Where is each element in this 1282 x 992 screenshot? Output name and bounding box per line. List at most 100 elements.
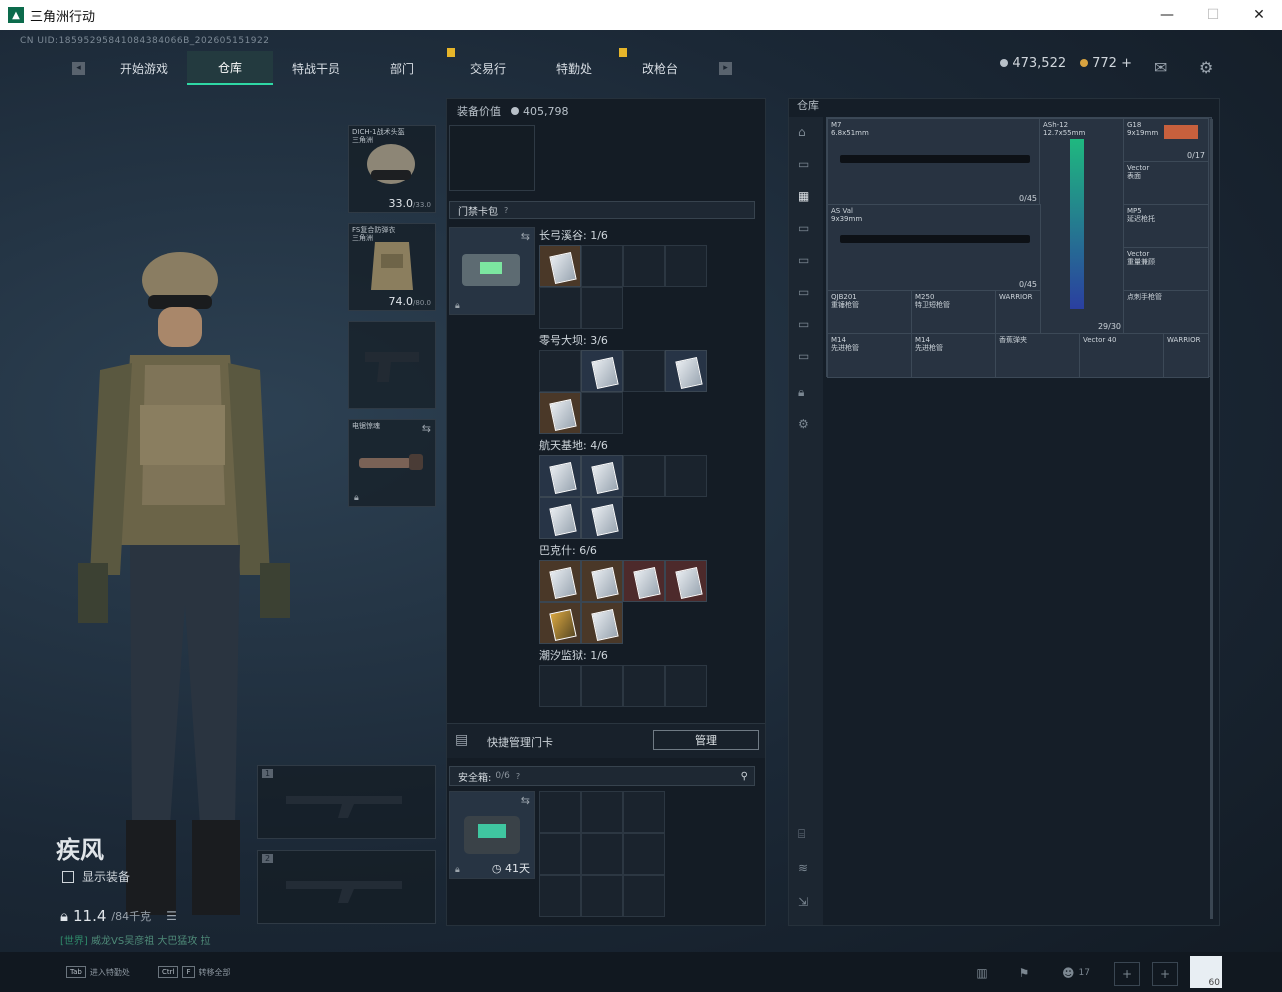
keycard-item[interactable]	[539, 392, 581, 434]
add-teammate-button[interactable]: +	[1114, 962, 1140, 986]
show-equipment-checkbox[interactable]	[62, 870, 74, 883]
add-gold-icon[interactable]: +	[1121, 56, 1132, 71]
keycard-item[interactable]	[581, 350, 623, 392]
primary-weapon-slot-1[interactable]: 1	[257, 765, 436, 839]
player-avatar[interactable]: 60	[1190, 956, 1222, 988]
keycard-item[interactable]	[539, 602, 581, 644]
empty-slot[interactable]	[539, 665, 581, 707]
empty-slot[interactable]	[581, 245, 623, 287]
empty-slot[interactable]	[581, 875, 623, 917]
category-icon[interactable]: ▭	[798, 317, 814, 331]
tidy-icon[interactable]: ⇲	[798, 895, 814, 909]
category-icon[interactable]: ▭	[798, 157, 814, 171]
helmet-slot[interactable]: DICH-1战术头盔 三角洲 33.0/33.0	[348, 125, 436, 213]
tab-operators[interactable]: 特战干员	[273, 52, 359, 84]
weapon-item[interactable]: WARRIOR	[1163, 333, 1209, 378]
primary-weapon-slot-2[interactable]: 2	[257, 850, 436, 924]
category-icon[interactable]: ▭	[798, 253, 814, 267]
tab-gunsmith[interactable]: 改枪台	[617, 52, 703, 84]
settings-gear-icon[interactable]: ⚙	[1199, 58, 1213, 77]
weapon-item[interactable]: Vector 40	[1079, 333, 1165, 378]
empty-slot[interactable]	[665, 455, 707, 497]
empty-slot[interactable]	[539, 287, 581, 329]
keycard-item[interactable]	[539, 560, 581, 602]
next-tab-key-icon[interactable]: ▸	[719, 61, 732, 75]
weapon-item[interactable]: M7 6.8x51mm 0/45	[827, 118, 1041, 206]
empty-slot[interactable]	[665, 665, 707, 707]
keycard-item[interactable]	[581, 560, 623, 602]
empty-slot[interactable]	[623, 665, 665, 707]
weapons-category-icon[interactable]: ▦	[798, 189, 814, 203]
weapon-item[interactable]: M14 先进枪管	[827, 333, 913, 378]
keycard-item[interactable]	[581, 455, 623, 497]
prev-tab-key-icon[interactable]: ◂	[72, 61, 85, 75]
empty-slot[interactable]	[581, 791, 623, 833]
swap-icon[interactable]: ⇆	[521, 230, 530, 243]
pistol-slot[interactable]	[348, 321, 436, 409]
empty-slot[interactable]	[581, 287, 623, 329]
list-icon[interactable]: ☰	[166, 909, 177, 923]
chat-preview[interactable]: [世界] 威龙VS吴彦祖 大巴猛攻 拉	[60, 932, 211, 947]
keycard-item[interactable]	[539, 497, 581, 539]
keycard-item[interactable]	[539, 245, 581, 287]
weapon-item[interactable]: 香蕉弹夹	[995, 333, 1081, 378]
empty-slot[interactable]	[623, 833, 665, 875]
tab-trading[interactable]: 交易行	[445, 52, 531, 84]
swap-icon[interactable]: ⇆	[521, 794, 530, 807]
weapon-item[interactable]: MP5 延迟枪托	[1123, 204, 1209, 249]
tab-warehouse[interactable]: 仓库	[187, 51, 273, 85]
warehouse-scrollbar[interactable]	[1210, 119, 1213, 919]
empty-slot[interactable]	[539, 791, 581, 833]
stats-icon[interactable]: ▥	[970, 962, 994, 984]
tab-department[interactable]: 部门	[359, 48, 455, 84]
keycard-item[interactable]	[581, 602, 623, 644]
keycard-item[interactable]	[665, 560, 707, 602]
mail-icon[interactable]: ✉	[1154, 58, 1167, 77]
friends-button[interactable]: ☻ 17	[1056, 962, 1096, 984]
empty-slot[interactable]	[539, 350, 581, 392]
add-teammate-button[interactable]: +	[1152, 962, 1178, 986]
weapon-item[interactable]: Vector 重量兼顾	[1123, 247, 1209, 292]
flag-icon[interactable]: ⚑	[1012, 962, 1036, 984]
empty-slot[interactable]	[623, 791, 665, 833]
tab-special-ops[interactable]: 特勤处	[531, 48, 627, 84]
keycard-item[interactable]	[539, 455, 581, 497]
category-icon[interactable]: ▭	[798, 285, 814, 299]
keycard-item[interactable]	[623, 560, 665, 602]
empty-slot[interactable]	[623, 245, 665, 287]
maximize-button[interactable]: ☐	[1190, 0, 1236, 30]
weapon-item[interactable]: G18 9x19mm 0/17	[1123, 118, 1209, 163]
weapon-item[interactable]: WARRIOR	[995, 290, 1041, 335]
tab-start-game[interactable]: 开始游戏	[101, 52, 187, 84]
help-icon[interactable]: ?	[516, 772, 520, 781]
minimize-button[interactable]: —	[1144, 0, 1190, 30]
backpack-slot[interactable]	[449, 125, 535, 191]
category-icon[interactable]: ▭	[798, 221, 814, 235]
empty-slot[interactable]	[665, 245, 707, 287]
armor-slot[interactable]: FS复合防弹衣 三角洲 74.0/80.0	[348, 223, 436, 311]
empty-slot[interactable]	[539, 875, 581, 917]
empty-slot[interactable]	[581, 833, 623, 875]
lock-icon[interactable]: 🔒︎	[798, 385, 814, 399]
weapon-item[interactable]: QJB201 重锤枪管	[827, 290, 913, 335]
swap-icon[interactable]: ⇆	[422, 422, 431, 435]
show-equipment-toggle[interactable]: 显示装备	[62, 868, 130, 885]
empty-slot[interactable]	[623, 875, 665, 917]
weapon-item[interactable]: M250 特卫短枪管	[911, 290, 997, 335]
special-ops-shortcut[interactable]: Tab 进入特勤处	[66, 966, 130, 978]
manage-button[interactable]: 管理	[653, 730, 759, 750]
help-icon[interactable]: ?	[504, 206, 508, 215]
weapon-item[interactable]: AS Val 9x39mm 0/45	[827, 204, 1041, 292]
empty-slot[interactable]	[581, 665, 623, 707]
empty-slot[interactable]	[539, 833, 581, 875]
gold-currency[interactable]: 772 +	[1080, 56, 1132, 71]
empty-slot[interactable]	[623, 350, 665, 392]
close-button[interactable]: ✕	[1236, 0, 1282, 30]
weapon-item[interactable]: M14 先进枪管	[911, 333, 997, 378]
category-icon[interactable]: ▭	[798, 349, 814, 363]
all-items-icon[interactable]: ⌂	[798, 125, 814, 139]
transfer-all-shortcut[interactable]: Ctrl F 转移全部	[158, 966, 231, 978]
melee-slot[interactable]: 电锯惊魂 ⇆ 🔒︎	[348, 419, 436, 507]
pin-icon[interactable]: ⚲	[741, 771, 748, 782]
weapon-item[interactable]: 点刺手枪管	[1123, 290, 1209, 335]
